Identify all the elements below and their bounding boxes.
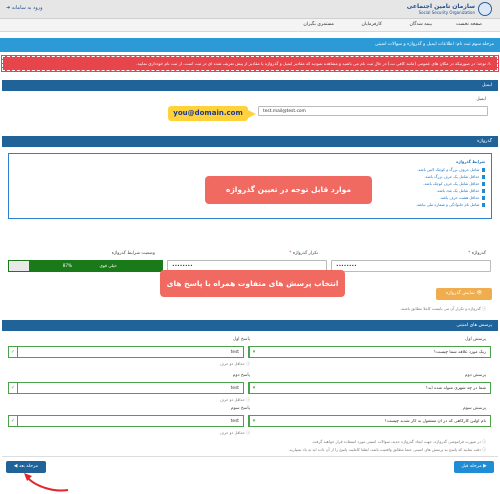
rule-item: حداقل هشت حرف باشد.	[440, 195, 485, 200]
arrow-right-icon: ▶	[483, 464, 487, 469]
check-icon: ✓	[9, 416, 18, 426]
rule-item: حداقل شامل یک عدد باشد.	[436, 188, 485, 193]
chevron-down-icon: ▾	[249, 383, 258, 393]
logo-title: سازمان تامین اجتماعی	[406, 3, 475, 10]
email-annotation: you@domain.com	[168, 106, 256, 121]
info-icon: ⓘ	[244, 397, 250, 402]
logo[interactable]: سازمان تامین اجتماعی Social Security Org…	[407, 2, 492, 16]
password-section-header: گذرواژه	[2, 136, 498, 147]
password-strength-bar: خیلی قوی 87%	[8, 260, 163, 272]
chevron-down-icon: ▾	[249, 347, 258, 357]
info-icon: ⓘ	[480, 447, 486, 452]
show-password-button[interactable]: 👁 نمایش گذرواژه	[436, 288, 492, 300]
password-annotation: موارد قابل توجه در تعیین گذرواژه	[205, 176, 372, 204]
check-icon	[481, 203, 485, 207]
nav-employers[interactable]: کارفرمایان	[362, 22, 382, 27]
a3-input[interactable]: test ✓	[8, 415, 244, 427]
security-note-2: ⓘ دقت نمایید که پاسخ به پرسش های امنیتی …	[288, 447, 486, 452]
q3-label: پرسش سوم	[463, 406, 486, 411]
strength-label: وضعیت شرایط گذرواژه	[111, 251, 155, 256]
emblem-icon	[478, 2, 492, 16]
email-section-header: ایمیل	[2, 80, 498, 91]
q2-select[interactable]: شما در چه شهری متولد شده اید؟ ▾	[248, 382, 491, 394]
main-nav: صفحه نخست بیمه شدگان کارفرمایان مستمری ب…	[0, 19, 500, 32]
info-icon: ⓘ	[480, 439, 486, 444]
previous-step-button[interactable]: ▶ مرحله قبل	[454, 461, 494, 473]
email-label: ایمیل	[476, 97, 486, 102]
rule-item: حداقل شامل یک حرف کوچک باشد.	[423, 181, 485, 186]
confirm-password-label: تکرار گذرواژه *	[289, 251, 318, 256]
check-icon	[481, 189, 485, 193]
a3-label: پاسخ سوم	[230, 406, 250, 411]
check-icon: ✓	[9, 383, 18, 393]
check-icon	[481, 168, 485, 172]
eye-icon: 👁	[476, 291, 483, 296]
q1-label: پرسش اول	[465, 337, 486, 342]
check-icon	[481, 182, 485, 186]
q2-label: پرسش دوم	[464, 373, 486, 378]
divider	[2, 456, 498, 457]
a1-label: پاسخ اول	[233, 337, 250, 342]
nav-home[interactable]: صفحه نخست	[456, 22, 482, 27]
a2-hint: ⓘ حداقل دو حرف	[219, 397, 250, 402]
a2-label: پاسخ دوم	[232, 373, 250, 378]
arrow-left-icon: ◀	[13, 464, 18, 469]
password-label: گذرواژه *	[468, 251, 486, 256]
check-icon: ✓	[9, 347, 18, 357]
warning-banner: ⚠ توجه: در صورتیکه در مکان های عمومی (ما…	[1, 55, 499, 72]
security-annotation: انتخاب پرسش های متفاوت همراه با پاسخ های…	[160, 270, 345, 315]
password-note: ⓘ گذرواژه و تکرار آن می بایست کاملا مطاب…	[399, 306, 486, 311]
login-link[interactable]: ورود به سامانه ➜	[6, 5, 43, 11]
logo-subtitle: Social Security Organization	[418, 10, 475, 15]
check-icon	[481, 175, 485, 179]
a1-hint: ⓘ حداقل دو حرف	[219, 361, 250, 366]
nav-insured[interactable]: بیمه شدگان	[410, 22, 432, 27]
check-icon	[481, 196, 485, 200]
info-icon: ⓘ	[244, 361, 250, 366]
rules-title: شرایط گذرواژه	[456, 159, 485, 164]
nav-pensioners[interactable]: مستمری بگیران	[303, 22, 334, 27]
annotation-arrow-icon	[24, 473, 69, 492]
rule-item: شامل حروف بزرگ و کوچک لاتین باشد.	[417, 167, 485, 172]
email-input[interactable]: test.mail@test.com	[258, 106, 488, 116]
chevron-down-icon: ▾	[249, 416, 258, 426]
rule-item: شامل نام خانوادگی و شماره ملی نباشد.	[416, 202, 485, 207]
top-header: سازمان تامین اجتماعی Social Security Org…	[0, 0, 500, 19]
warning-icon: ⚠	[485, 61, 491, 66]
security-note-1: ⓘ در صورت فراموشی گذرواژه، جهت ایجاد گذر…	[311, 439, 486, 444]
strength-fill: خیلی قوی 87%	[28, 261, 162, 271]
page-title: مرحله سوم ثبت نام: اطلاعات ایمیل و گذروا…	[0, 38, 500, 52]
rule-item: حداقل شامل یک حرف بزرگ باشد.	[424, 174, 485, 179]
q3-select[interactable]: نام اولین کارگاهی که در آن مشغول به کار …	[248, 415, 491, 427]
a1-input[interactable]: test ✓	[8, 346, 244, 358]
info-icon: ⓘ	[244, 430, 250, 435]
a2-input[interactable]: test ✓	[8, 382, 244, 394]
password-input[interactable]: ••••••••	[331, 260, 491, 272]
q1-select[interactable]: رنگ مورد علاقه شما چیست؟ ▾	[248, 346, 491, 358]
info-icon: ⓘ	[480, 306, 486, 311]
a3-hint: ⓘ حداقل دو حرف	[219, 430, 250, 435]
login-icon: ➜	[6, 5, 11, 11]
